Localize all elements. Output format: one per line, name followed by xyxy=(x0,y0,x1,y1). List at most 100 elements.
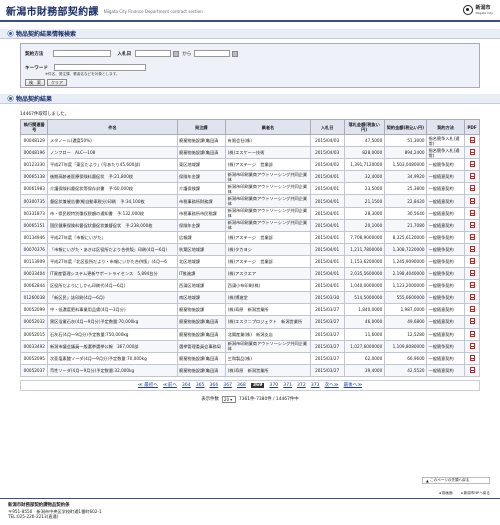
city-logo[interactable]: 新潟市 Niigata City xyxy=(463,4,493,15)
pdf-icon[interactable] xyxy=(469,245,475,252)
item-name-cell[interactable]: 区役所だよりにしかん印刷代(4月～6月) xyxy=(47,279,178,293)
item-name-cell[interactable]: 石灰石(4月～9月分)予定数量:750,000kg xyxy=(47,327,178,341)
pdf-icon[interactable] xyxy=(469,270,475,277)
bid-date-from-input[interactable] xyxy=(135,50,172,57)
results-section-heading: 物品契約結果 xyxy=(0,94,500,104)
keyword-input[interactable] xyxy=(53,64,146,71)
pdf-cell[interactable] xyxy=(464,339,480,353)
pdf-cell[interactable] xyxy=(464,279,480,293)
item-name-cell[interactable]: 「新区民」誌印刷(4月～6月) xyxy=(47,291,178,305)
pdf-cell[interactable] xyxy=(464,242,480,256)
pdf-cell[interactable] xyxy=(464,182,480,196)
vendor-name-cell: (株)アステージ 営業部 xyxy=(225,158,311,172)
contract-method-cell: 一般随意契約 xyxy=(426,206,466,220)
winning-amount-cell: 46,0000 xyxy=(343,315,385,329)
pdf-cell[interactable] xyxy=(464,133,480,148)
item-name-cell[interactable]: 平成27年度「東区だより」(号あたり45,600部) xyxy=(47,158,178,172)
pdf-cell[interactable] xyxy=(464,230,480,244)
pdf-icon[interactable] xyxy=(469,318,475,325)
page-link[interactable]: 367 xyxy=(223,383,232,388)
item-name-cell[interactable]: IT資産管理システム更新サポートライセンス 5,894台分 xyxy=(47,267,178,281)
pdf-cell[interactable] xyxy=(464,327,480,341)
pdf-cell[interactable] xyxy=(464,315,480,329)
search-button[interactable]: 検 索 xyxy=(25,79,45,86)
per-page-row: 表示件数 20 ▾ 7361件-7380件 / 14467件中 xyxy=(0,395,500,403)
pdf-icon[interactable] xyxy=(469,137,475,144)
pdf-cell[interactable] xyxy=(464,206,480,220)
pdf-cell[interactable] xyxy=(464,363,480,377)
pdf-icon[interactable] xyxy=(469,185,475,192)
table-row: 00048129 メタノール(濃度50%) 廃棄物施設課(亀田清 有限会社(株) 201… xyxy=(19,133,480,148)
pdf-cell[interactable] xyxy=(464,218,480,232)
page-link[interactable]: 364 xyxy=(182,383,191,388)
page-link[interactable]: 366 xyxy=(209,383,218,388)
item-name-cell[interactable]: 後期高齢者医療保険料督促状 予:21,800枚 xyxy=(47,170,178,184)
home-link[interactable]: ◂ 新潟市HPへ戻る xyxy=(461,491,490,496)
clear-button[interactable]: クリア xyxy=(47,79,67,86)
pdf-cell[interactable] xyxy=(464,170,480,184)
pdf-cell[interactable] xyxy=(464,146,480,160)
item-name-cell[interactable]: ノンフロー ALC―108 xyxy=(47,146,178,160)
prev-page-link[interactable]: ≪前へ xyxy=(163,382,177,388)
page-link[interactable]: 372 xyxy=(297,383,306,388)
page-link[interactable]: 371 xyxy=(283,383,292,388)
first-page-link[interactable]: ≪ 最初へ xyxy=(138,382,158,388)
pdf-icon[interactable] xyxy=(469,342,475,349)
pdf-icon[interactable] xyxy=(469,197,475,204)
pdf-icon[interactable] xyxy=(469,354,475,361)
page-link[interactable]: 373 xyxy=(311,383,320,388)
pdf-cell[interactable] xyxy=(464,158,480,172)
item-name-cell[interactable]: 介護保険料督促状等保存封書 予:60,000枚 xyxy=(47,182,178,196)
page-link[interactable]: 368 xyxy=(237,383,246,388)
page-link[interactable]: 365 xyxy=(196,383,205,388)
per-page-select[interactable]: 20 ▾ xyxy=(221,395,236,403)
item-name-cell[interactable]: 「市報にいがた・あきは区役所だより合併版」印刷(4月～6月) xyxy=(47,242,178,256)
pdf-cell[interactable] xyxy=(464,194,480,208)
footer-tel: TEL:025-226-2213(直通) xyxy=(8,514,59,519)
pdf-icon[interactable] xyxy=(469,330,475,337)
pdf-icon[interactable] xyxy=(469,161,475,168)
pdf-icon[interactable] xyxy=(469,366,475,373)
contract-number-cell: 00033492 xyxy=(19,339,49,353)
page-top-link[interactable]: ▲ このページの先頭へ戻る xyxy=(422,477,490,484)
pdf-icon[interactable] xyxy=(469,294,475,301)
calendar-icon[interactable] xyxy=(173,50,180,57)
contract-amount-cell: 1,308,7220000 xyxy=(383,242,428,256)
method-select[interactable] xyxy=(53,50,112,57)
prev-screen-link[interactable]: ◂ 前画面 xyxy=(439,491,453,496)
pdf-cell[interactable] xyxy=(464,351,480,365)
item-name-cell[interactable]: 平成27年度「北区役所だより・市報にいがた合併版」(4月～6 xyxy=(47,254,178,269)
last-page-link[interactable]: 最後へ≫ xyxy=(344,382,363,388)
site-subtitle: Niigata City Finance Department contract… xyxy=(103,9,203,14)
pdf-icon[interactable] xyxy=(469,221,475,228)
calendar-icon[interactable] xyxy=(232,50,239,57)
bid-date-to-input[interactable] xyxy=(194,50,231,57)
pdf-icon[interactable] xyxy=(469,282,475,289)
pdf-icon[interactable] xyxy=(469,209,475,216)
item-name-cell[interactable]: 新潟市議会議員一般選挙選挙公報 367,000部 xyxy=(47,339,178,353)
pdf-icon[interactable] xyxy=(469,233,475,240)
item-name-cell[interactable]: 中・低濃度肥料事業用品賃(4月～3月分) xyxy=(47,303,178,317)
pdf-icon[interactable] xyxy=(469,173,475,180)
item-name-cell[interactable]: 平成27年度「市報にいがた」 xyxy=(47,230,178,244)
item-name-cell[interactable]: 苛性ソーダ(4月～9月分)予定数量:32,000kg xyxy=(47,363,178,377)
page-link[interactable]: 370 xyxy=(269,383,278,388)
pdf-cell[interactable] xyxy=(464,303,480,317)
vendor-name-cell: (株)博進堂 xyxy=(225,291,311,305)
bid-date-cell: 2015/04/01 xyxy=(309,242,345,256)
next-page-link[interactable]: 次へ≫ xyxy=(325,382,339,388)
pdf-icon[interactable] xyxy=(469,257,475,264)
item-name-cell[interactable]: 督促状兼催告書(軽自動車税分)印刷 予:34,100枚 xyxy=(47,194,178,208)
item-name-cell[interactable]: メタノール(濃度50%) xyxy=(47,133,178,148)
item-name-cell[interactable]: 黒区浴業石灰(4月～9月分)予定数量:70,000kg xyxy=(47,315,178,329)
pdf-cell[interactable] xyxy=(464,267,480,281)
keyword-note: ※件名、発注課、業者名などを対象とします。 xyxy=(45,72,120,76)
pdf-cell[interactable] xyxy=(464,291,480,305)
item-name-cell[interactable]: 市・県民税特別徴収税額の通知書 予:132,000枚 xyxy=(47,206,178,220)
pdf-icon[interactable] xyxy=(469,149,475,156)
item-name-cell[interactable]: 次亜塩素酸ソーダ(4月～9月分)予定数量:70,000kg xyxy=(47,351,178,365)
contract-number-cell: 00062844 xyxy=(19,279,49,293)
pdf-cell[interactable] xyxy=(464,254,480,269)
pdf-icon[interactable] xyxy=(469,306,475,313)
item-name-cell[interactable]: 国民健康保険料督促状督促状兼督促状 予:238,000枚 xyxy=(47,218,178,232)
